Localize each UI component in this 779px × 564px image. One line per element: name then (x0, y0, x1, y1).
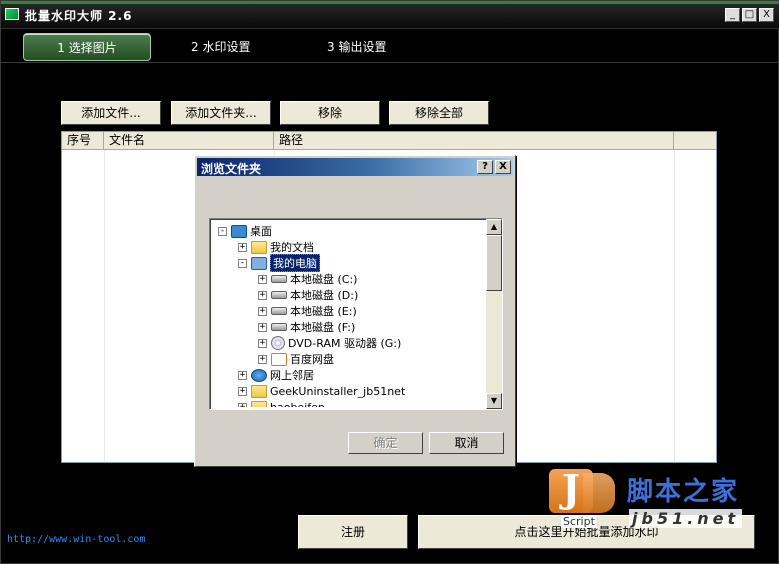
column-header-extra[interactable] (674, 132, 716, 150)
help-button[interactable]: ? (477, 160, 493, 174)
folder-tree[interactable]: - 桌面 + 我的文档 - 我的电脑 + 本地磁盘 (C:) + 本地磁盘 (D:) + 本地磁盘 (… (209, 218, 503, 410)
tree-item[interactable]: + 本地磁盘 (C:) (258, 271, 357, 287)
tab-select-images[interactable]: 1 选择图片 (23, 33, 151, 61)
window-title: 批量水印大师 2.6 (25, 9, 133, 23)
computer-icon (251, 256, 267, 270)
site-watermark-logo: 脚本之家 Script jb51.net (549, 466, 769, 531)
column-divider (104, 150, 105, 462)
website-link[interactable]: http://www.win-tool.com (7, 534, 145, 545)
expand-icon[interactable]: + (258, 354, 267, 364)
expand-icon[interactable]: + (258, 274, 267, 284)
tree-item[interactable]: - 桌面 (218, 223, 272, 239)
dialog-controls: ? X (477, 160, 511, 174)
collapse-icon[interactable]: - (238, 258, 247, 268)
column-divider (674, 150, 675, 462)
disk-icon (271, 307, 287, 315)
minimize-button[interactable]: _ (725, 8, 740, 22)
folder-tree-content: - 桌面 + 我的文档 - 我的电脑 + 本地磁盘 (C:) + 本地磁盘 (D:) + 本地磁盘 (… (212, 221, 488, 407)
tab-watermark-settings[interactable]: 2 水印设置 (191, 33, 250, 61)
table-header: 序号 文件名 路径 (62, 132, 716, 150)
disk-icon (271, 275, 287, 283)
dialog-close-button[interactable]: X (495, 160, 511, 174)
register-button[interactable]: 注册 (298, 515, 408, 549)
column-header-filename[interactable]: 文件名 (104, 132, 274, 150)
tree-item[interactable]: + haobeifen (238, 399, 325, 407)
title-accent-stripe (1, 1, 779, 4)
tree-scrollbar[interactable]: ▲ ▼ (486, 219, 502, 409)
scroll-up-icon[interactable]: ▲ (486, 219, 502, 235)
tree-item-label: 本地磁盘 (D:) (290, 289, 359, 302)
tree-item-label: GeekUninstaller_jb51net (270, 384, 406, 398)
remove-all-button[interactable]: 移除全部 (389, 101, 489, 125)
tree-item-label: 本地磁盘 (C:) (290, 273, 358, 286)
tree-item-label: DVD-RAM 驱动器 (G:) (288, 337, 402, 350)
watermark-script-text: Script (561, 515, 597, 528)
expand-icon[interactable]: + (258, 290, 267, 300)
tree-item-label: 本地磁盘 (E:) (290, 305, 357, 318)
tree-item[interactable]: + 百度网盘 (258, 351, 334, 367)
watermark-b-mark (583, 473, 615, 513)
expand-icon[interactable]: + (258, 338, 267, 348)
dvd-icon (271, 336, 285, 350)
tree-item-label: 桌面 (250, 225, 272, 238)
tree-item[interactable]: - 我的电脑 (238, 254, 320, 272)
scroll-thumb[interactable] (486, 235, 502, 291)
cancel-button[interactable]: 取消 (429, 432, 504, 454)
expand-icon[interactable]: + (238, 370, 247, 380)
add-folder-button[interactable]: 添加文件夹... (171, 101, 271, 125)
tree-item[interactable]: + 本地磁盘 (D:) (258, 287, 358, 303)
window-controls: _ □ X (725, 8, 774, 22)
tree-item[interactable]: + DVD-RAM 驱动器 (G:) (258, 335, 401, 351)
tree-item-label: 我的文档 (270, 241, 314, 254)
add-file-button[interactable]: 添加文件... (61, 101, 161, 125)
expand-icon[interactable]: + (238, 242, 247, 252)
folder-icon (251, 384, 267, 398)
tree-item-label: 网上邻居 (270, 369, 314, 382)
folder-icon (251, 240, 267, 254)
browse-folder-dialog: 浏览文件夹 ? X - 桌面 + 我的文档 - 我的电脑 + 本地磁盘 (C:) + 本地磁盘 (… (194, 155, 516, 467)
tabs-divider (1, 62, 779, 63)
tab-output-settings[interactable]: 3 输出设置 (327, 33, 386, 61)
remove-button[interactable]: 移除 (280, 101, 380, 125)
tree-item-label: 本地磁盘 (F:) (290, 321, 356, 334)
tree-item-label: 我的电脑 (270, 254, 320, 272)
expand-icon[interactable]: + (258, 322, 267, 332)
disk-icon (271, 291, 287, 299)
step-tabs: 1 选择图片 2 水印设置 3 输出设置 (1, 29, 779, 63)
scroll-down-icon[interactable]: ▼ (486, 393, 502, 409)
title-bar[interactable]: 批量水印大师 2.6 _ □ X (1, 1, 779, 29)
expand-icon[interactable]: + (258, 306, 267, 316)
network-icon (251, 368, 267, 382)
tree-item[interactable]: + 本地磁盘 (F:) (258, 319, 355, 335)
watermark-en-text: jb51.net (629, 509, 743, 528)
folder-icon (251, 400, 267, 407)
tree-item[interactable]: + 网上邻居 (238, 367, 314, 383)
ok-button[interactable]: 确定 (348, 432, 423, 454)
cloud-drive-icon (271, 352, 287, 366)
tree-item-label: haobeifen (270, 400, 325, 408)
expand-icon[interactable]: + (238, 386, 247, 396)
tree-item[interactable]: + 我的文档 (238, 239, 314, 255)
column-header-path[interactable]: 路径 (274, 132, 674, 150)
dialog-title-bar[interactable]: 浏览文件夹 ? X (197, 158, 513, 176)
main-window: 批量水印大师 2.6 _ □ X 1 选择图片 2 水印设置 3 输出设置 添加… (0, 0, 779, 564)
tree-item[interactable]: + 本地磁盘 (E:) (258, 303, 357, 319)
watermark-cn-text: 脚本之家 (627, 477, 740, 507)
dialog-title: 浏览文件夹 (201, 162, 262, 176)
disk-icon (271, 323, 287, 331)
app-logo-icon (5, 8, 19, 20)
column-header-index[interactable]: 序号 (62, 132, 104, 150)
close-button[interactable]: X (759, 8, 774, 22)
maximize-button[interactable]: □ (742, 8, 757, 22)
collapse-icon[interactable]: - (218, 226, 227, 236)
tree-item-label: 百度网盘 (290, 353, 334, 366)
expand-icon[interactable]: + (238, 402, 247, 407)
tree-item[interactable]: + GeekUninstaller_jb51net (238, 383, 405, 399)
desktop-icon (231, 224, 247, 238)
